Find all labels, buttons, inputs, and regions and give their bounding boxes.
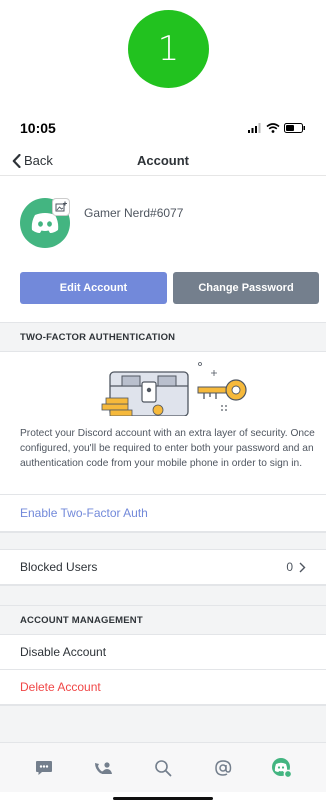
section-spacer (0, 585, 326, 605)
blocked-users-label: Blocked Users (20, 560, 98, 574)
status-icons (248, 123, 306, 133)
disable-account-label: Disable Account (20, 645, 107, 659)
navigation-bar: Back Account (0, 146, 326, 176)
tab-profile[interactable] (267, 753, 297, 783)
delete-account-row[interactable]: Delete Account (0, 670, 326, 705)
tab-chat[interactable] (29, 753, 59, 783)
disable-account-row[interactable]: Disable Account (0, 635, 326, 670)
friends-icon (95, 761, 113, 774)
username: Gamer Nerd#6077 (84, 206, 184, 220)
tab-friends[interactable] (88, 753, 118, 783)
change-avatar-button[interactable] (52, 198, 70, 216)
edit-account-button[interactable]: Edit Account (20, 272, 167, 304)
tab-search[interactable] (148, 753, 178, 783)
blocked-users-count: 0 (286, 560, 293, 574)
enable-two-factor-label: Enable Two-Factor Auth (20, 506, 148, 520)
chat-icon (35, 760, 52, 775)
tab-mentions[interactable] (208, 753, 238, 783)
add-image-icon (55, 201, 67, 212)
chevron-left-icon (12, 153, 21, 168)
change-password-button[interactable]: Change Password (173, 272, 319, 304)
back-label: Back (24, 153, 53, 168)
profile-header: Gamer Nerd#6077 (20, 198, 310, 258)
two-factor-section-header: TWO-FACTOR AUTHENTICATION (0, 322, 326, 352)
bottom-tab-bar (0, 742, 326, 792)
bottom-spacer (0, 705, 326, 742)
blocked-users-count-group: 0 (286, 560, 306, 574)
section-spacer (0, 532, 326, 550)
chevron-right-icon (299, 562, 306, 572)
signal-icon (248, 123, 261, 133)
battery-icon (284, 123, 305, 133)
delete-account-label: Delete Account (20, 680, 101, 694)
status-time: 10:05 (20, 120, 56, 136)
wifi-icon (266, 123, 280, 133)
two-factor-description: Protect your Discord account with an ext… (20, 428, 315, 469)
status-bar: 10:05 (0, 116, 326, 140)
blocked-users-row[interactable]: Blocked Users 0 (0, 550, 326, 585)
back-button[interactable]: Back (12, 153, 53, 168)
account-management-section-header: ACCOUNT MANAGEMENT (0, 605, 326, 635)
enable-two-factor-link[interactable]: Enable Two-Factor Auth (0, 494, 326, 532)
mention-icon (214, 759, 231, 776)
profile-icon (272, 757, 293, 778)
treasure-chest-illustration-icon (101, 362, 247, 416)
step-number-badge: 1 (128, 10, 209, 88)
search-icon (155, 759, 172, 776)
